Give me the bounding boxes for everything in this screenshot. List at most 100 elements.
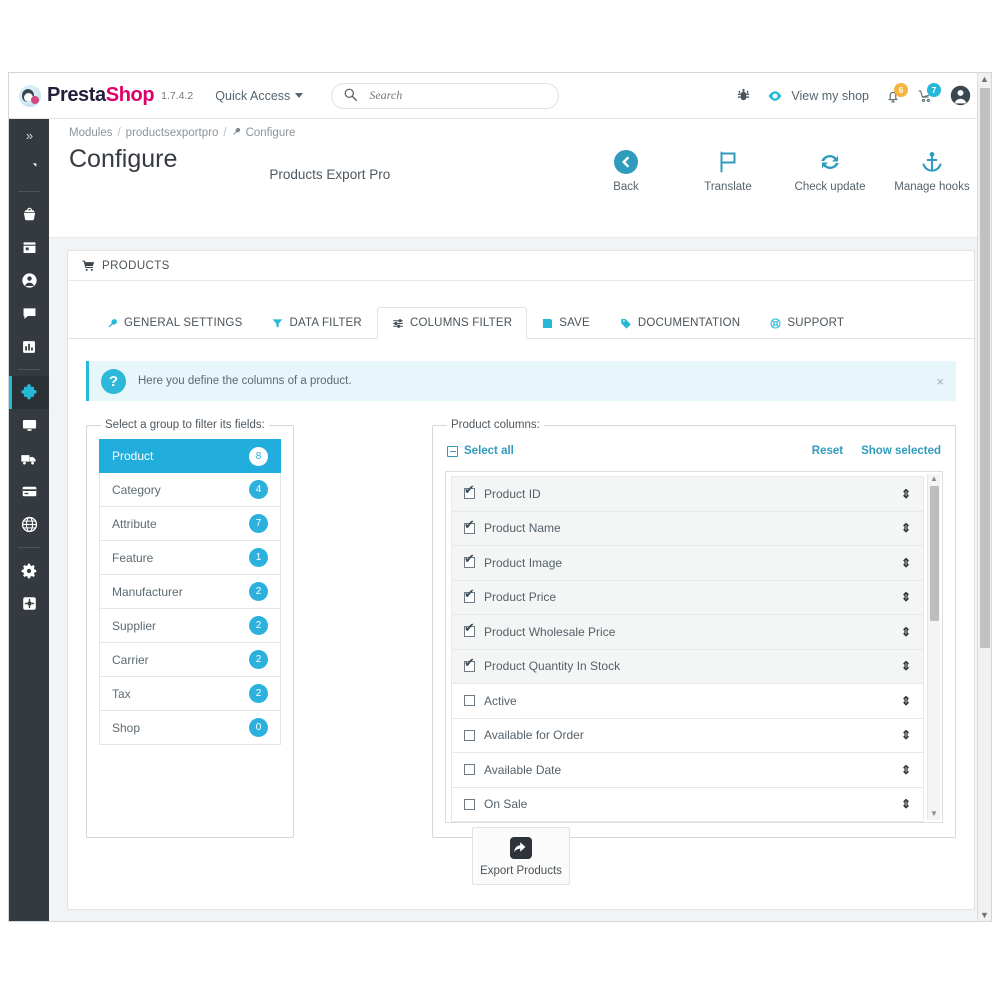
checkbox-checked-icon[interactable] [464,488,475,499]
drag-handle-icon[interactable]: ⇕ [901,797,911,811]
drag-handle-icon[interactable]: ⇕ [901,694,911,708]
tab-columns-filter[interactable]: COLUMNS FILTER [377,307,527,339]
list-scrollbar[interactable]: ▲ ▼ [927,474,940,820]
quick-access-menu[interactable]: Quick Access [215,89,303,103]
drag-handle-icon[interactable]: ⇕ [901,625,911,639]
sidebar-item-customers[interactable] [9,264,49,297]
monitor-icon [21,417,38,434]
list-item[interactable]: Product Price ⇕ [451,580,924,616]
group-item-category[interactable]: Category 4 [99,473,281,507]
page-scrollbar-thumb[interactable] [980,88,990,648]
product-columns-list[interactable]: Product ID ⇕ Product Name ⇕ [445,471,943,823]
list-item[interactable]: Product Image ⇕ [451,545,924,581]
tab-save[interactable]: SAVE [527,307,605,339]
list-item[interactable]: Active ⇕ [451,683,924,719]
checkbox-checked-icon[interactable] [464,592,475,603]
search-box[interactable] [331,83,559,109]
group-item-shop[interactable]: Shop 0 [99,711,281,745]
list-item[interactable]: On Sale ⇕ [451,787,924,823]
sidebar-item-shop-parameters[interactable] [9,554,49,587]
prestashop-logo[interactable]: PrestaShop 1.7.4.2 [19,84,193,107]
drag-handle-icon[interactable]: ⇕ [901,728,911,742]
sidebar-item-international[interactable] [9,508,49,541]
breadcrumb-item-module[interactable]: productsexportpro [126,127,219,139]
group-item-count: 2 [249,616,268,635]
scrollbar-thumb[interactable] [930,486,939,621]
bar-chart-icon [21,339,37,355]
checkbox-checked-icon[interactable] [464,557,475,568]
drag-handle-icon[interactable]: ⇕ [901,487,911,501]
tab-documentation[interactable]: DOCUMENTATION [605,307,755,339]
tab-general-settings[interactable]: GENERAL SETTINGS [92,307,257,339]
credit-card-icon [21,483,38,500]
check-update-button[interactable]: Check update [791,147,869,193]
reset-link[interactable]: Reset [812,445,843,457]
sidebar-collapse-toggle[interactable]: » [9,119,49,152]
list-item[interactable]: Product Quantity In Stock ⇕ [451,649,924,685]
checkbox-unchecked-icon[interactable] [464,730,475,741]
sidebar-item-stats[interactable] [9,330,49,363]
group-item-carrier[interactable]: Carrier 2 [99,643,281,677]
translate-button[interactable]: Translate [689,147,767,193]
drag-handle-icon[interactable]: ⇕ [901,521,911,535]
group-item-product[interactable]: Product 8 [99,439,281,473]
sidebar-item-advanced-parameters[interactable] [9,587,49,620]
question-mark-icon: ? [101,369,126,394]
sidebar-item-catalog[interactable] [9,231,49,264]
user-avatar-button[interactable] [950,85,971,106]
drag-handle-icon[interactable]: ⇕ [901,659,911,673]
scroll-up-icon[interactable]: ▲ [928,474,940,485]
sidebar-item-customer-service[interactable] [9,297,49,330]
tab-general-settings-label: GENERAL SETTINGS [124,317,242,329]
debug-bug-icon[interactable] [736,88,751,103]
group-item-feature[interactable]: Feature 1 [99,541,281,575]
scroll-down-icon[interactable]: ▼ [928,809,940,820]
group-item-manufacturer[interactable]: Manufacturer 2 [99,575,281,609]
checkbox-unchecked-icon[interactable] [464,695,475,706]
brand-name: PrestaShop [47,84,154,107]
page-scroll-up-icon[interactable]: ▲ [978,73,991,87]
group-item-supplier[interactable]: Supplier 2 [99,609,281,643]
sidebar-item-payment[interactable] [9,475,49,508]
drag-handle-icon[interactable]: ⇕ [901,556,911,570]
sidebar-item-design[interactable] [9,409,49,442]
checkbox-unchecked-icon[interactable] [464,799,475,810]
export-products-button[interactable]: Export Products [472,827,570,885]
view-my-shop-link[interactable]: View my shop [767,88,869,104]
tab-support[interactable]: SUPPORT [755,307,859,339]
sidebar-divider-3 [18,547,40,548]
close-icon[interactable]: × [936,374,944,389]
page-scrollbar[interactable]: ▲ ▼ [977,73,991,922]
checkbox-unchecked-icon[interactable] [464,764,475,775]
checkbox-checked-icon[interactable] [464,523,475,534]
search-input[interactable] [369,88,546,103]
checkbox-checked-icon[interactable] [464,626,475,637]
orders-notifications-button[interactable]: 7 [917,88,934,104]
select-all-toggle[interactable]: Select all [447,445,514,457]
sidebar-item-orders[interactable] [9,198,49,231]
show-selected-link[interactable]: Show selected [861,445,941,457]
drag-handle-icon[interactable]: ⇕ [901,763,911,777]
checkbox-checked-icon[interactable] [464,661,475,672]
list-item-label: Available Date [484,763,561,777]
group-item-attribute[interactable]: Attribute 7 [99,507,281,541]
back-button[interactable]: Back [587,147,665,193]
sidebar-item-modules[interactable] [9,376,49,409]
tab-data-filter[interactable]: DATA FILTER [257,307,377,339]
list-item[interactable]: Product Wholesale Price ⇕ [451,614,924,650]
breadcrumb-item-modules[interactable]: Modules [69,127,112,139]
breadcrumb-separator-1: / [117,127,120,139]
list-item[interactable]: Available for Order ⇕ [451,718,924,754]
sidebar-item-shipping[interactable] [9,442,49,475]
list-item[interactable]: Product ID ⇕ [451,476,924,512]
list-item[interactable]: Available Date ⇕ [451,752,924,788]
list-item[interactable]: Product Name ⇕ [451,511,924,547]
page-scroll-down-icon[interactable]: ▼ [978,909,991,922]
notifications-bell-button[interactable]: 6 [885,88,901,104]
page-subtitle: Products Export Pro [269,167,390,182]
drag-handle-icon[interactable]: ⇕ [901,590,911,604]
brand-name-first: Presta [47,84,106,106]
manage-hooks-button[interactable]: Manage hooks [893,147,971,193]
sidebar-item-dashboard[interactable] [9,152,49,185]
group-item-tax[interactable]: Tax 2 [99,677,281,711]
